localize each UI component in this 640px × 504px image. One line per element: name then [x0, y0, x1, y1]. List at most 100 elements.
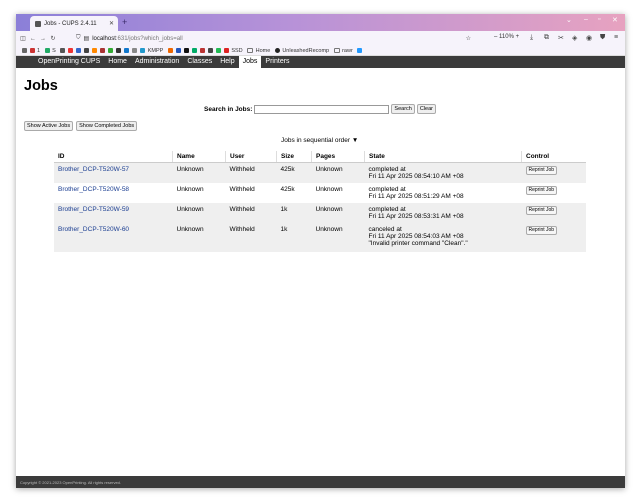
nav-openprinting-cups[interactable]: OpenPrinting CUPS	[34, 56, 104, 68]
job-name: Unknown	[172, 223, 226, 252]
job-link[interactable]: Brother_DCP-T520W-59	[58, 206, 129, 213]
bookmark-rawr[interactable]: rawr	[342, 48, 353, 54]
bookmark-ssd[interactable]: SSD	[231, 48, 242, 54]
page-info-icon[interactable]: ▤	[84, 35, 90, 42]
tab-title: Jobs - CUPS 2.4.11	[44, 20, 97, 27]
table-header-row: ID Name User Size Pages State Control	[54, 151, 586, 163]
reprint-job-button[interactable]: Reprint Job	[525, 186, 558, 195]
job-link[interactable]: Brother_DCP-T520W-57	[58, 166, 129, 173]
bookmark-star-icon[interactable]: ☆	[466, 35, 471, 42]
nav-administration[interactable]: Administration	[131, 56, 183, 68]
bookmark-icon[interactable]	[207, 48, 213, 53]
job-pages: Unknown	[315, 186, 343, 193]
job-state-time: Fri 11 Apr 2025 08:53:31 AM +08	[368, 213, 464, 220]
vpn-icon[interactable]: ◉	[586, 34, 592, 42]
cloud-icon[interactable]	[140, 48, 146, 53]
job-control: Reprint Job	[521, 203, 586, 223]
bookmark-icon[interactable]	[76, 48, 82, 53]
bookmark-icon[interactable]	[175, 48, 181, 53]
reload-icon[interactable]: ↻	[48, 35, 58, 42]
job-name: Unknown	[172, 162, 226, 183]
sort-order-toggle[interactable]: Jobs in sequential order ▼	[281, 137, 358, 144]
job-name: Unknown	[176, 186, 204, 193]
browser-tab[interactable]: Jobs - CUPS 2.4.11 ✕	[30, 16, 118, 31]
bookmark-icon[interactable]	[92, 48, 98, 53]
table-row: Brother_DCP-T520W-57 Unknown Withheld 42…	[54, 162, 586, 183]
nav-printers[interactable]: Printers	[261, 56, 293, 68]
job-state-reason: "Invalid printer command "Clean"."	[368, 240, 468, 247]
maximize-icon[interactable]: ▫	[598, 16, 600, 23]
bookmark-s[interactable]: S	[52, 48, 56, 54]
sidebar-icon[interactable]: ◫	[18, 35, 28, 42]
job-user: Withheld	[229, 186, 255, 193]
reprint-job-button[interactable]: Reprint Job	[525, 166, 558, 175]
addon-icon[interactable]: ◈	[572, 34, 577, 42]
bookmark-icon[interactable]	[223, 48, 229, 53]
screenshot-icon[interactable]: ✂	[558, 34, 564, 42]
reprint-job-button[interactable]: Reprint Job	[525, 226, 558, 235]
gmail-icon[interactable]	[29, 48, 35, 53]
page-title: Jobs	[24, 78, 58, 94]
bookmark-icon[interactable]	[132, 48, 138, 53]
close-window-icon[interactable]: ✕	[612, 16, 618, 24]
zoom-level[interactable]: – 110% +	[494, 34, 519, 40]
extensions-icon[interactable]: ⧉	[544, 34, 549, 42]
show-active-jobs-button[interactable]: Show Active Jobs	[24, 121, 74, 131]
bookmark-unleashedrecomp[interactable]: UnleashedRecomp	[282, 48, 329, 54]
job-control: Reprint Job	[521, 223, 586, 252]
search-button[interactable]: Search	[391, 104, 415, 114]
bookmark-icon[interactable]	[108, 48, 114, 53]
bookmark-icon[interactable]	[100, 48, 106, 53]
job-state: completed at Fri 11 Apr 2025 08:54:10 AM …	[364, 162, 522, 183]
job-state-text: completed at	[368, 206, 406, 213]
bookmark-icon[interactable]	[116, 48, 122, 53]
ublock-icon[interactable]: ⛊	[600, 34, 605, 42]
bookmark-home[interactable]: Home	[256, 48, 271, 54]
menu-icon[interactable]: ≡	[614, 34, 618, 41]
job-state: canceled at Fri 11 Apr 2025 08:54:03 AM +…	[364, 223, 522, 252]
close-tab-icon[interactable]: ✕	[109, 20, 114, 27]
job-pages: Unknown	[311, 203, 365, 223]
search-input[interactable]	[254, 104, 390, 114]
nav-help[interactable]: Help	[216, 56, 238, 68]
bookmark-1[interactable]: 1	[37, 48, 40, 54]
job-state: completed at Fri 11 Apr 2025 08:53:31 AM …	[364, 203, 522, 223]
bookmark-icon[interactable]	[124, 48, 130, 53]
bookmark-icon[interactable]	[215, 48, 221, 53]
col-size: Size	[276, 151, 312, 163]
back-icon[interactable]: ←	[28, 36, 38, 42]
nav-jobs[interactable]: Jobs	[238, 56, 262, 68]
table-row: Brother_DCP-T520W-59 Unknown Withheld 1k…	[54, 203, 586, 223]
job-id-cell: Brother_DCP-T520W-59	[54, 203, 173, 223]
nav-classes[interactable]: Classes	[183, 56, 216, 68]
tab-strip: Jobs - CUPS 2.4.11 ✕ + ⌄ – ▫ ✕	[16, 14, 625, 31]
bookmark-kmpp[interactable]: KMPP	[148, 48, 164, 54]
job-state-text: completed at	[368, 186, 406, 193]
reprint-job-button[interactable]: Reprint Job	[525, 206, 558, 215]
job-user: Withheld	[225, 162, 277, 183]
bookmark-icon[interactable]	[183, 48, 189, 53]
show-completed-jobs-button[interactable]: Show Completed Jobs	[76, 121, 138, 131]
nav-home[interactable]: Home	[104, 56, 131, 68]
bookmark-icon[interactable]	[199, 48, 205, 53]
bookmark-icon[interactable]	[44, 48, 50, 53]
job-link[interactable]: Brother_DCP-T520W-58	[58, 186, 129, 193]
bookmark-icon[interactable]	[21, 48, 27, 53]
new-tab-icon[interactable]: +	[122, 17, 127, 27]
clear-button[interactable]: Clear	[416, 104, 436, 114]
job-link[interactable]: Brother_DCP-T520W-60	[58, 226, 129, 233]
job-state-text: canceled at	[368, 226, 402, 233]
forward-icon[interactable]: →	[38, 36, 48, 42]
tab-list-icon[interactable]: ⌄	[566, 16, 572, 24]
job-state: completed at Fri 11 Apr 2025 08:51:29 AM …	[365, 183, 522, 203]
youtube-icon[interactable]	[68, 48, 74, 53]
bookmark-icon[interactable]	[84, 48, 90, 53]
bookmark-icon[interactable]	[167, 48, 173, 53]
job-size: 425k	[276, 162, 312, 183]
minimize-icon[interactable]: –	[584, 16, 588, 23]
bookmark-icon[interactable]	[60, 48, 66, 53]
url-bar[interactable]: ⛉ ▤ localhost :631/jobs?which_jobs=all ☆	[76, 33, 471, 44]
bluesky-icon[interactable]	[357, 48, 363, 53]
bookmark-icon[interactable]	[191, 48, 197, 53]
downloads-icon[interactable]: ⤓	[530, 34, 533, 42]
